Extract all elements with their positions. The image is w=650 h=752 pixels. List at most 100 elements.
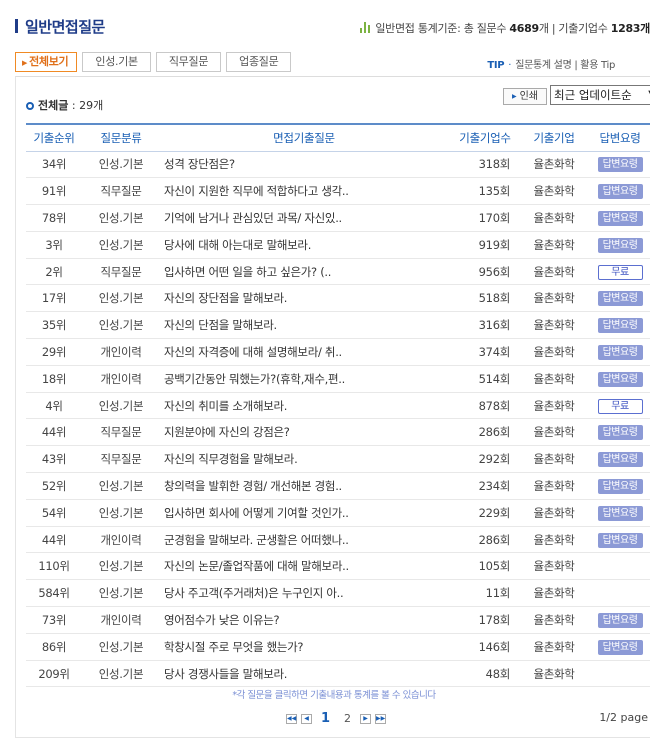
question-link[interactable]: 학창시절 주로 무엇을 했는가?	[160, 633, 448, 661]
table-row[interactable]: 43위 직무질문 자신의 직무경험을 말해보라. 292회 율촌화학 답변요령	[26, 445, 650, 474]
col-answer: 답변요령	[599, 130, 641, 145]
company-cell: 율촌화학	[522, 579, 586, 608]
answer-cell: 답변요령	[586, 338, 650, 366]
count-cell: 292회	[448, 445, 522, 474]
company-cell: 율촌화학	[522, 445, 586, 474]
table-row[interactable]: 3위 인성.기본 당사에 대해 아는대로 말해보라. 919회 율촌화학 답변요령	[26, 231, 650, 259]
answer-tips-button[interactable]: 답변요령	[597, 371, 643, 387]
question-link[interactable]: 당사에 대해 아는대로 말해보라.	[160, 231, 448, 259]
count-cell: 146회	[448, 633, 522, 661]
last-page-button[interactable]: ▶▶	[375, 713, 387, 724]
tip-link[interactable]: TIP · 질문통계 설명 | 활용 Tip	[487, 56, 615, 71]
page-number[interactable]: 2	[339, 712, 356, 725]
table-row[interactable]: 34위 인성.기본 성격 장단점은? 318회 율촌화학 답변요령	[26, 151, 650, 179]
sort-select[interactable]: 최근 업데이트순▼	[550, 85, 650, 105]
table-row[interactable]: 86위 인성.기본 학창시절 주로 무엇을 했는가? 146회 율촌화학 답변요령	[26, 633, 650, 661]
answer-tips-button[interactable]: 답변요령	[597, 344, 643, 360]
answer-cell: 답변요령	[586, 606, 650, 634]
question-link[interactable]: 자신의 장단점을 말해보라.	[160, 284, 448, 313]
answer-tips-button[interactable]: 답변요령	[597, 210, 643, 226]
rank-cell: 86위	[26, 633, 82, 661]
col-count: 기출기업수	[459, 130, 511, 145]
question-link[interactable]: 자신의 단점을 말해보라.	[160, 311, 448, 340]
answer-tips-button[interactable]: 답변요령	[597, 452, 643, 468]
table-row[interactable]: 110위 인성.기본 자신의 논문/졸업작품에 대해 말해보라.. 105회 율촌화학	[26, 552, 650, 581]
page-number-current[interactable]: 1	[316, 711, 335, 726]
tip-label: TIP	[487, 60, 505, 71]
question-link[interactable]: 공백기간동안 뭐했는가?(휴학,재수,편..	[160, 365, 448, 393]
answer-cell	[586, 579, 650, 608]
tab-personality[interactable]: 인성.기본	[82, 52, 151, 72]
question-link[interactable]: 자신의 논문/졸업작품에 대해 말해보라..	[160, 552, 448, 581]
table-row[interactable]: 17위 인성.기본 자신의 장단점을 말해보라. 518회 율촌화학 답변요령	[26, 284, 650, 313]
answer-tips-button[interactable]: 답변요령	[597, 318, 643, 334]
answer-tips-button[interactable]: 답변요령	[597, 639, 643, 655]
table-row[interactable]: 35위 인성.기본 자신의 단점을 말해보라. 316회 율촌화학 답변요령	[26, 311, 650, 340]
table-row[interactable]: 2위 직무질문 입사하면 어떤 일을 하고 싶은가? (.. 956회 율촌화학 무료	[26, 258, 650, 286]
col-question: 면접기출질문	[273, 130, 335, 145]
answer-cell: 답변요령	[586, 151, 650, 179]
tab-industry[interactable]: 업종질문	[226, 52, 292, 72]
answer-cell: 무료	[586, 258, 650, 286]
answer-tips-button[interactable]: 답변요령	[597, 237, 643, 253]
rank-cell: 3위	[26, 231, 82, 259]
question-link[interactable]: 자신이 지원한 직무에 적합하다고 생각..	[160, 177, 448, 206]
table-row[interactable]: 44위 직무질문 지원분야에 자신의 강점은? 286회 율촌화학 답변요령	[26, 418, 650, 447]
table-row[interactable]: 52위 인성.기본 창의력을 발휘한 경험/ 개선해본 경험.. 234회 율촌화학 답변…	[26, 472, 650, 500]
table-row[interactable]: 584위 인성.기본 당사 주고객(주거래처)은 누구인지 아.. 11회 율촌화학	[26, 579, 650, 608]
count-cell: 318회	[448, 151, 522, 179]
answer-cell: 답변요령	[586, 204, 650, 232]
answer-tips-button[interactable]: 답변요령	[597, 157, 643, 173]
circle-icon	[26, 102, 34, 110]
count-cell: 135회	[448, 177, 522, 206]
answer-tips-button[interactable]: 답변요령	[597, 478, 643, 494]
table-row[interactable]: 44위 개인이력 군경험을 말해보라. 군생활은 어떠했나.. 286회 율촌화학 답변요…	[26, 526, 650, 554]
table-row[interactable]: 209위 인성.기본 당사 경쟁사들을 말해보라. 48회 율촌화학	[26, 660, 650, 688]
table-row[interactable]: 54위 인성.기본 입사하면 회사에 어떻게 기여할 것인가.. 229회 율촌화학 답변…	[26, 499, 650, 527]
question-link[interactable]: 군경험을 말해보라. 군생활은 어떠했나..	[160, 526, 448, 554]
company-cell: 율촌화학	[522, 365, 586, 393]
table-row[interactable]: 4위 인성.기본 자신의 취미를 소개해보라. 878회 율촌화학 무료	[26, 392, 650, 420]
free-answer-badge[interactable]: 무료	[597, 264, 643, 280]
question-link[interactable]: 영어점수가 낮은 이유는?	[160, 606, 448, 634]
tab-job[interactable]: 직무질문	[155, 52, 222, 72]
table-row[interactable]: 73위 개인이력 영어점수가 낮은 이유는? 178회 율촌화학 답변요령	[26, 606, 650, 634]
answer-tips-button[interactable]: 답변요령	[597, 425, 643, 441]
next-page-button[interactable]: ▶	[360, 713, 372, 724]
answer-tips-button[interactable]: 답변요령	[597, 612, 643, 628]
answer-tips-button[interactable]: 답변요령	[597, 505, 643, 521]
rank-cell: 584위	[26, 579, 82, 608]
stats-prefix: 일반면접 통계기준: 총 질문수	[375, 22, 507, 35]
category-cell: 인성.기본	[82, 311, 160, 340]
table-row[interactable]: 91위 직무질문 자신이 지원한 직무에 적합하다고 생각.. 135회 율촌화학 답변요…	[26, 177, 650, 206]
answer-cell	[586, 552, 650, 581]
answer-tips-button[interactable]: 답변요령	[597, 184, 643, 200]
table-row[interactable]: 18위 개인이력 공백기간동안 뭐했는가?(휴학,재수,편.. 514회 율촌화학 답변요…	[26, 365, 650, 393]
tab-all[interactable]: ▶ 전체보기	[15, 52, 78, 72]
stats-summary: 일반면접 통계기준: 총 질문수 4689개 | 기출기업수 1283개	[360, 20, 650, 36]
question-link[interactable]: 자신의 취미를 소개해보라.	[160, 392, 448, 420]
answer-tips-button[interactable]: 답변요령	[597, 291, 643, 307]
col-company: 기출기업	[533, 130, 575, 145]
question-link[interactable]: 지원분야에 자신의 강점은?	[160, 418, 448, 447]
question-link[interactable]: 성격 장단점은?	[160, 151, 448, 179]
category-cell: 인성.기본	[82, 204, 160, 232]
question-link[interactable]: 당사 경쟁사들을 말해보라.	[160, 660, 448, 688]
category-cell: 직무질문	[82, 445, 160, 474]
print-button[interactable]: ▶ 인쇄	[503, 88, 547, 105]
question-link[interactable]: 창의력을 발휘한 경험/ 개선해본 경험..	[160, 472, 448, 500]
question-link[interactable]: 기억에 남거나 관심있던 과목/ 자신있..	[160, 204, 448, 232]
question-link[interactable]: 입사하면 어떤 일을 하고 싶은가? (..	[160, 258, 448, 286]
first-page-button[interactable]: ◀◀	[286, 713, 297, 724]
question-link[interactable]: 자신의 직무경험을 말해보라.	[160, 445, 448, 474]
company-cell: 율촌화학	[522, 552, 586, 581]
category-cell: 인성.기본	[82, 472, 160, 500]
question-link[interactable]: 당사 주고객(주거래처)은 누구인지 아..	[160, 579, 448, 608]
question-link[interactable]: 자신의 자격증에 대해 설명해보라/ 취..	[160, 338, 448, 366]
prev-page-button[interactable]: ◀	[301, 713, 312, 724]
question-link[interactable]: 입사하면 회사에 어떻게 기여할 것인가..	[160, 499, 448, 527]
answer-tips-button[interactable]: 답변요령	[597, 532, 643, 548]
table-row[interactable]: 78위 인성.기본 기억에 남거나 관심있던 과목/ 자신있.. 170회 율촌화학 답변…	[26, 204, 650, 232]
table-row[interactable]: 29위 개인이력 자신의 자격증에 대해 설명해보라/ 취.. 374회 율촌화학 답변요…	[26, 338, 650, 366]
free-answer-badge[interactable]: 무료	[597, 398, 643, 414]
